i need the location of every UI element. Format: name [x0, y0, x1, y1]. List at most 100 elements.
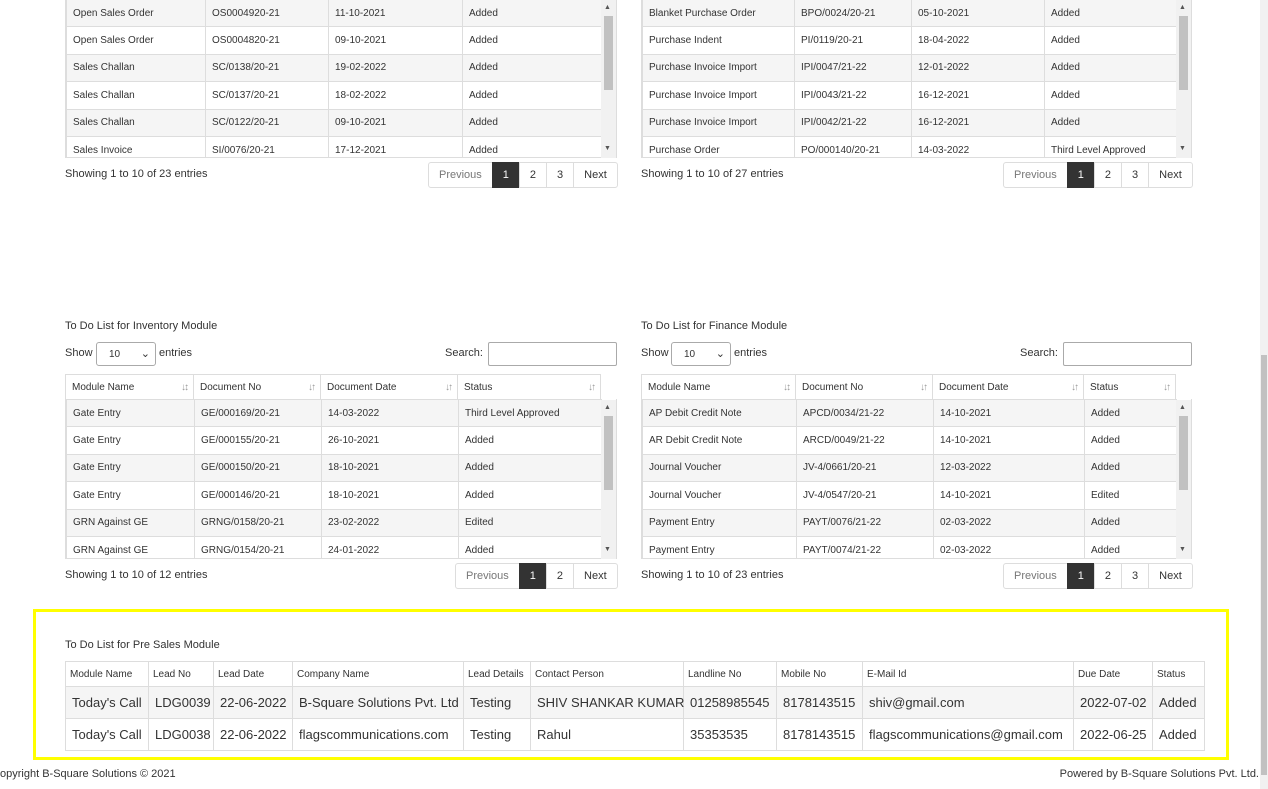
next-page-button[interactable]: Next [1148, 563, 1193, 589]
column-header-lead-date[interactable]: Lead Date [213, 661, 293, 687]
finance-table-body: AP Debit Credit Note APCD/0034/21-22 14-10… [641, 399, 1192, 559]
column-header-company-name[interactable]: Company Name [292, 661, 464, 687]
page-scrollbar-thumb[interactable] [1261, 355, 1267, 775]
column-header-due-date[interactable]: Due Date [1073, 661, 1153, 687]
inventory-page-size-select[interactable]: 10 ⌄ [96, 342, 156, 366]
scrollbar-thumb[interactable] [604, 16, 613, 90]
page-2-button[interactable]: 2 [1093, 162, 1123, 188]
document-link[interactable]: APCD/0034/21-22 [796, 399, 934, 428]
finance-search-input[interactable] [1063, 342, 1192, 366]
column-header-module-name[interactable]: Module Name [65, 661, 149, 687]
scroll-down-arrow-icon[interactable]: ▼ [604, 546, 611, 554]
document-link[interactable]: ARCD/0049/21-22 [796, 426, 934, 455]
document-link[interactable]: GE/000146/20-21 [194, 481, 322, 510]
column-header-status[interactable]: Status [1152, 661, 1205, 687]
previous-page-button[interactable]: Previous [1003, 563, 1068, 589]
column-header-contact-person[interactable]: Contact Person [530, 661, 684, 687]
status-cell: Added [1044, 53, 1178, 83]
show-label: Show [65, 347, 93, 359]
document-date-cell: 16-12-2021 [911, 81, 1045, 110]
page-3-button[interactable]: 3 [546, 162, 575, 188]
module-name-cell: Payment Entry [642, 508, 797, 537]
document-link[interactable]: GE/000155/20-21 [194, 426, 322, 455]
table-row: Sales Challan SC/0122/20-21 09-10-2021 Adde… [66, 108, 603, 137]
scroll-up-arrow-icon[interactable]: ▲ [604, 4, 611, 12]
document-link[interactable]: OS0004820-21 [205, 26, 329, 55]
finance-scrollbar[interactable]: ▲ ▼ [1176, 400, 1191, 559]
document-link[interactable]: SC/0138/20-21 [205, 53, 329, 83]
document-date-cell: 14-10-2021 [933, 481, 1085, 510]
column-header-email-id[interactable]: E-Mail Id [862, 661, 1074, 687]
document-link[interactable]: IPI/0042/21-22 [794, 108, 912, 137]
page-2-button[interactable]: 2 [518, 162, 548, 188]
inventory-scrollbar[interactable]: ▲ ▼ [601, 400, 616, 559]
document-link[interactable]: PO/000140/20-21 [794, 135, 912, 157]
document-link[interactable]: GE/000150/20-21 [194, 453, 322, 483]
column-header-lead-no[interactable]: Lead No [148, 661, 214, 687]
sales-table-body: Open Sales Order OS0004920-21 11-10-2021 Ad… [65, 0, 617, 158]
page-1-button[interactable]: 1 [491, 162, 520, 188]
inventory-table-body: Gate Entry GE/000169/20-21 14-03-2022 Third… [65, 399, 617, 559]
next-page-button[interactable]: Next [573, 563, 618, 589]
column-header-lead-details[interactable]: Lead Details [463, 661, 531, 687]
previous-page-button[interactable]: Previous [1003, 162, 1068, 188]
lead-link[interactable]: LDG0039 [148, 686, 214, 719]
document-link[interactable]: SC/0122/20-21 [205, 108, 329, 137]
page-1-button[interactable]: 1 [1066, 162, 1095, 188]
scroll-up-arrow-icon[interactable]: ▲ [604, 404, 611, 412]
purchase-scrollbar[interactable]: ▲ ▼ [1176, 0, 1191, 158]
scroll-down-arrow-icon[interactable]: ▼ [1179, 546, 1186, 554]
sort-icon: ↓↑ [1071, 382, 1079, 393]
document-link[interactable]: GE/000169/20-21 [194, 399, 322, 428]
column-header-status[interactable]: Status ↓↑ [457, 374, 601, 401]
document-date-cell: 02-03-2022 [933, 508, 1085, 537]
column-header-document-date[interactable]: Document Date ↓↑ [320, 374, 458, 401]
document-date-cell: 14-03-2022 [321, 399, 459, 428]
document-link[interactable]: PAYT/0074/21-22 [796, 535, 934, 558]
page-1-button[interactable]: 1 [518, 563, 547, 589]
column-header-module-name[interactable]: Module Name ↓↕ [641, 374, 796, 401]
scrollbar-thumb[interactable] [1179, 16, 1188, 90]
next-page-button[interactable]: Next [1148, 162, 1193, 188]
document-link[interactable]: PAYT/0076/21-22 [796, 508, 934, 537]
scrollbar-thumb[interactable] [1179, 416, 1188, 490]
module-name-cell: Gate Entry [66, 453, 195, 483]
page-scrollbar[interactable] [1260, 0, 1268, 789]
page-2-button[interactable]: 2 [1093, 563, 1123, 589]
document-link[interactable]: JV-4/0547/20-21 [796, 481, 934, 510]
document-link[interactable]: BPO/0024/20-21 [794, 0, 912, 28]
document-link[interactable]: PI/0119/20-21 [794, 26, 912, 55]
finance-page-size-select[interactable]: 10 ⌄ [671, 342, 731, 366]
document-link[interactable]: JV-4/0661/20-21 [796, 453, 934, 483]
page-2-button[interactable]: 2 [545, 563, 575, 589]
scrollbar-thumb[interactable] [604, 416, 613, 490]
scroll-up-arrow-icon[interactable]: ▲ [1179, 4, 1186, 12]
next-page-button[interactable]: Next [573, 162, 618, 188]
column-header-document-no[interactable]: Document No ↓↑ [193, 374, 321, 401]
document-link[interactable]: OS0004920-21 [205, 0, 329, 28]
column-header-status[interactable]: Status ↓↑ [1083, 374, 1176, 401]
inventory-search-input[interactable] [488, 342, 617, 366]
previous-page-button[interactable]: Previous [428, 162, 493, 188]
lead-link[interactable]: LDG0038 [148, 718, 214, 751]
column-header-module-name[interactable]: Module Name ↓↕ [65, 374, 194, 401]
sales-scrollbar[interactable]: ▲ ▼ [601, 0, 616, 158]
document-link[interactable]: IPI/0043/21-22 [794, 81, 912, 110]
document-link[interactable]: GRNG/0154/20-21 [194, 535, 322, 558]
previous-page-button[interactable]: Previous [455, 563, 520, 589]
document-link[interactable]: IPI/0047/21-22 [794, 53, 912, 83]
scroll-up-arrow-icon[interactable]: ▲ [1179, 404, 1186, 412]
scroll-down-arrow-icon[interactable]: ▼ [604, 145, 611, 153]
document-link[interactable]: GRNG/0158/20-21 [194, 508, 322, 537]
page-1-button[interactable]: 1 [1066, 563, 1095, 589]
column-header-document-date[interactable]: Document Date ↓↑ [932, 374, 1084, 401]
document-link[interactable]: SC/0137/20-21 [205, 81, 329, 110]
document-link[interactable]: SI/0076/20-21 [205, 135, 329, 157]
page-3-button[interactable]: 3 [1121, 563, 1150, 589]
page-3-button[interactable]: 3 [1121, 162, 1150, 188]
column-header-document-no[interactable]: Document No ↓↑ [795, 374, 933, 401]
scroll-down-arrow-icon[interactable]: ▼ [1179, 145, 1186, 153]
column-header-mobile-no[interactable]: Mobile No [776, 661, 863, 687]
status-cell: Added [462, 81, 603, 110]
column-header-landline-no[interactable]: Landline No [683, 661, 777, 687]
